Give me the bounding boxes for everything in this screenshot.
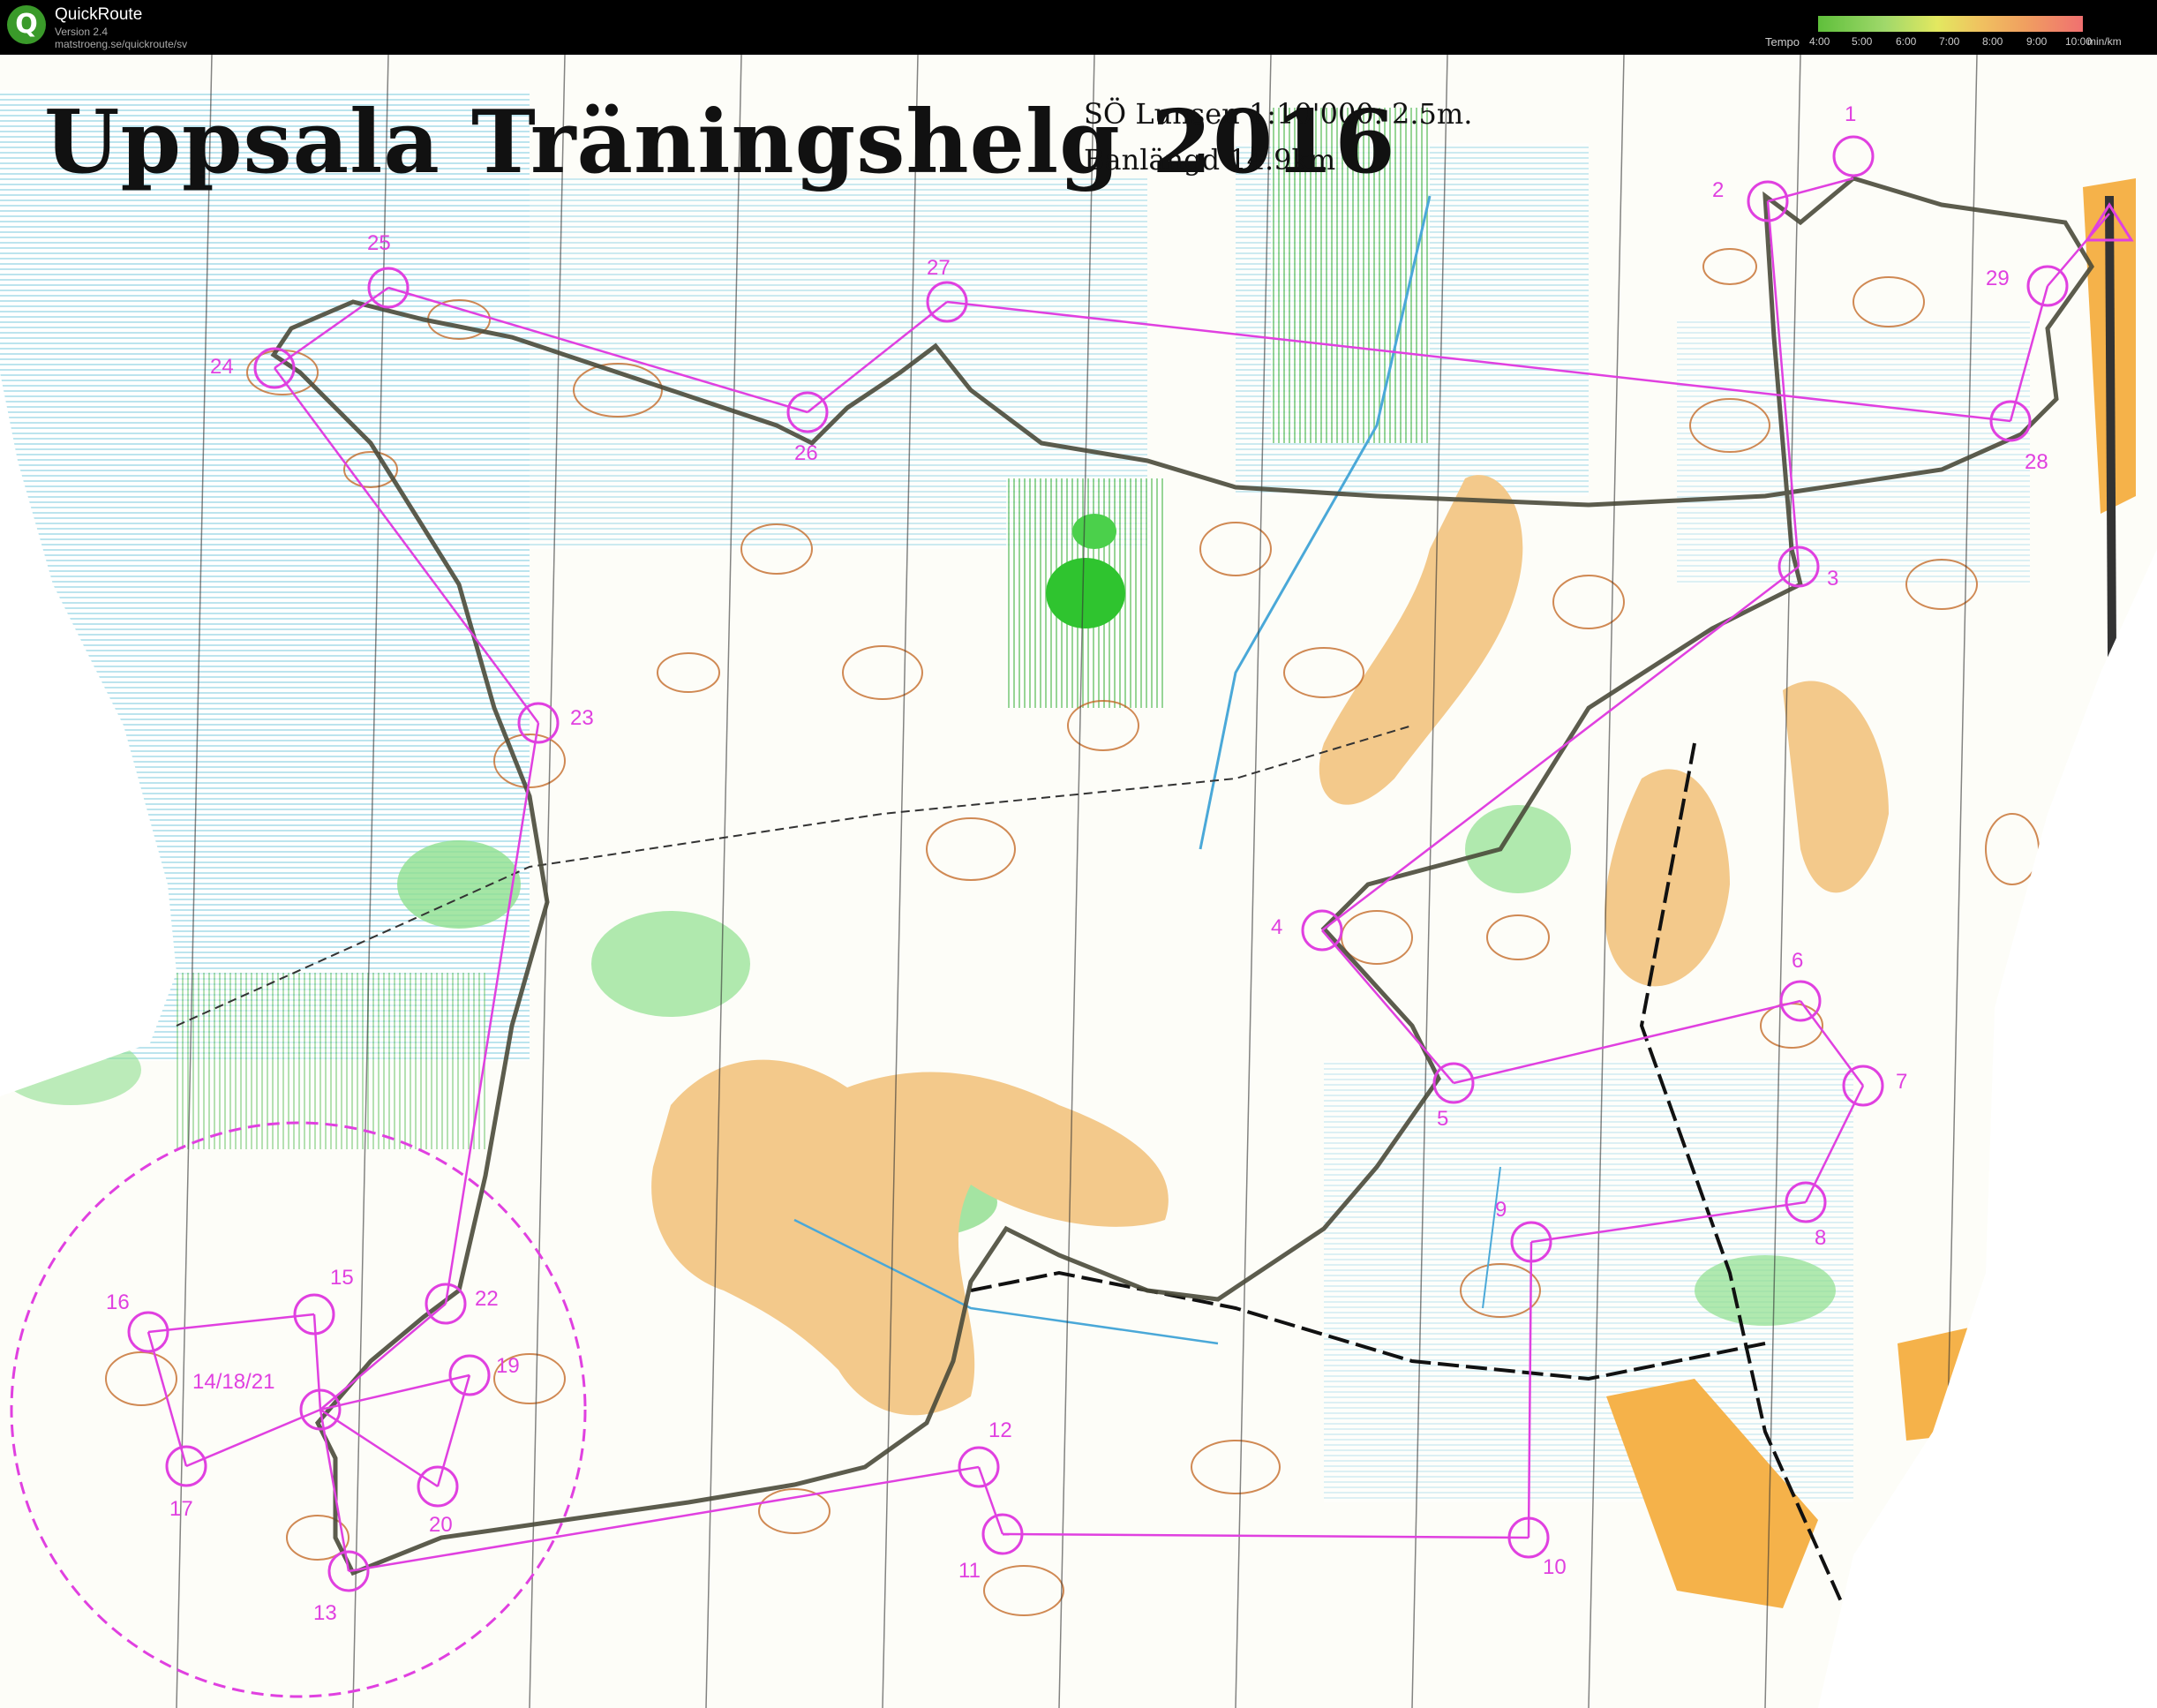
control-label: 8 [1815,1226,1827,1250]
control-label: 22 [475,1287,499,1311]
map-terrain [0,55,2157,1708]
map-canvas [0,55,2157,1708]
app-url: matstroeng.se/quickroute/sv [55,38,188,50]
control-label: 19 [496,1354,520,1378]
app-version: Version 2.4 [55,26,109,38]
control-label: 26 [794,441,818,465]
control-label: 9 [1495,1198,1507,1222]
control-label: 2 [1712,178,1725,202]
tempo-tick: 8:00 [1982,35,2003,48]
control-label: 14/18/21 [192,1370,275,1394]
control-label: 11 [958,1559,981,1583]
control-label: 3 [1827,567,1839,591]
control-label: 7 [1896,1070,1908,1094]
control-label: 12 [988,1418,1012,1442]
tempo-tick: 7:00 [1939,35,1960,48]
orienteering-map[interactable]: 1 2 3 4 5 6 7 8 9 10 11 12 13 14/18/21 1… [0,55,2157,1708]
control-label: 1 [1845,102,1857,126]
control-label: 15 [330,1266,354,1290]
control-label: 29 [1986,267,2010,290]
control-label: 24 [210,355,234,379]
control-label: 6 [1792,949,1804,973]
control-label: 25 [367,231,391,255]
quickroute-logo-icon: Q [7,5,46,44]
map-info: SÖ Lunsen 1:10'000. 2.5m. [1084,97,1473,131]
app-title: QuickRoute [55,5,143,24]
control-label: 10 [1543,1555,1567,1579]
control-label: 13 [313,1601,337,1625]
tempo-color-scale [1818,16,2083,32]
control-label: 5 [1437,1107,1449,1131]
tempo-tick: 4:00 [1809,35,1830,48]
tempo-tick: 9:00 [2026,35,2048,48]
control-label: 27 [927,256,951,280]
control-label: 4 [1271,915,1283,939]
tempo-label: Tempo [1765,35,1800,49]
tempo-tick: 6:00 [1896,35,1917,48]
tempo-tick: 5:00 [1852,35,1873,48]
control-label: 28 [2025,450,2048,474]
control-label: 17 [169,1497,193,1521]
app-title-bar: Q QuickRoute Version 2.4 matstroeng.se/q… [0,0,2157,55]
control-label: 16 [106,1290,130,1314]
control-label: 23 [570,706,594,730]
tempo-unit: min/km [2087,35,2122,48]
course-length: Banlängd 14.9km [1084,143,1336,177]
control-label: 20 [429,1513,453,1537]
